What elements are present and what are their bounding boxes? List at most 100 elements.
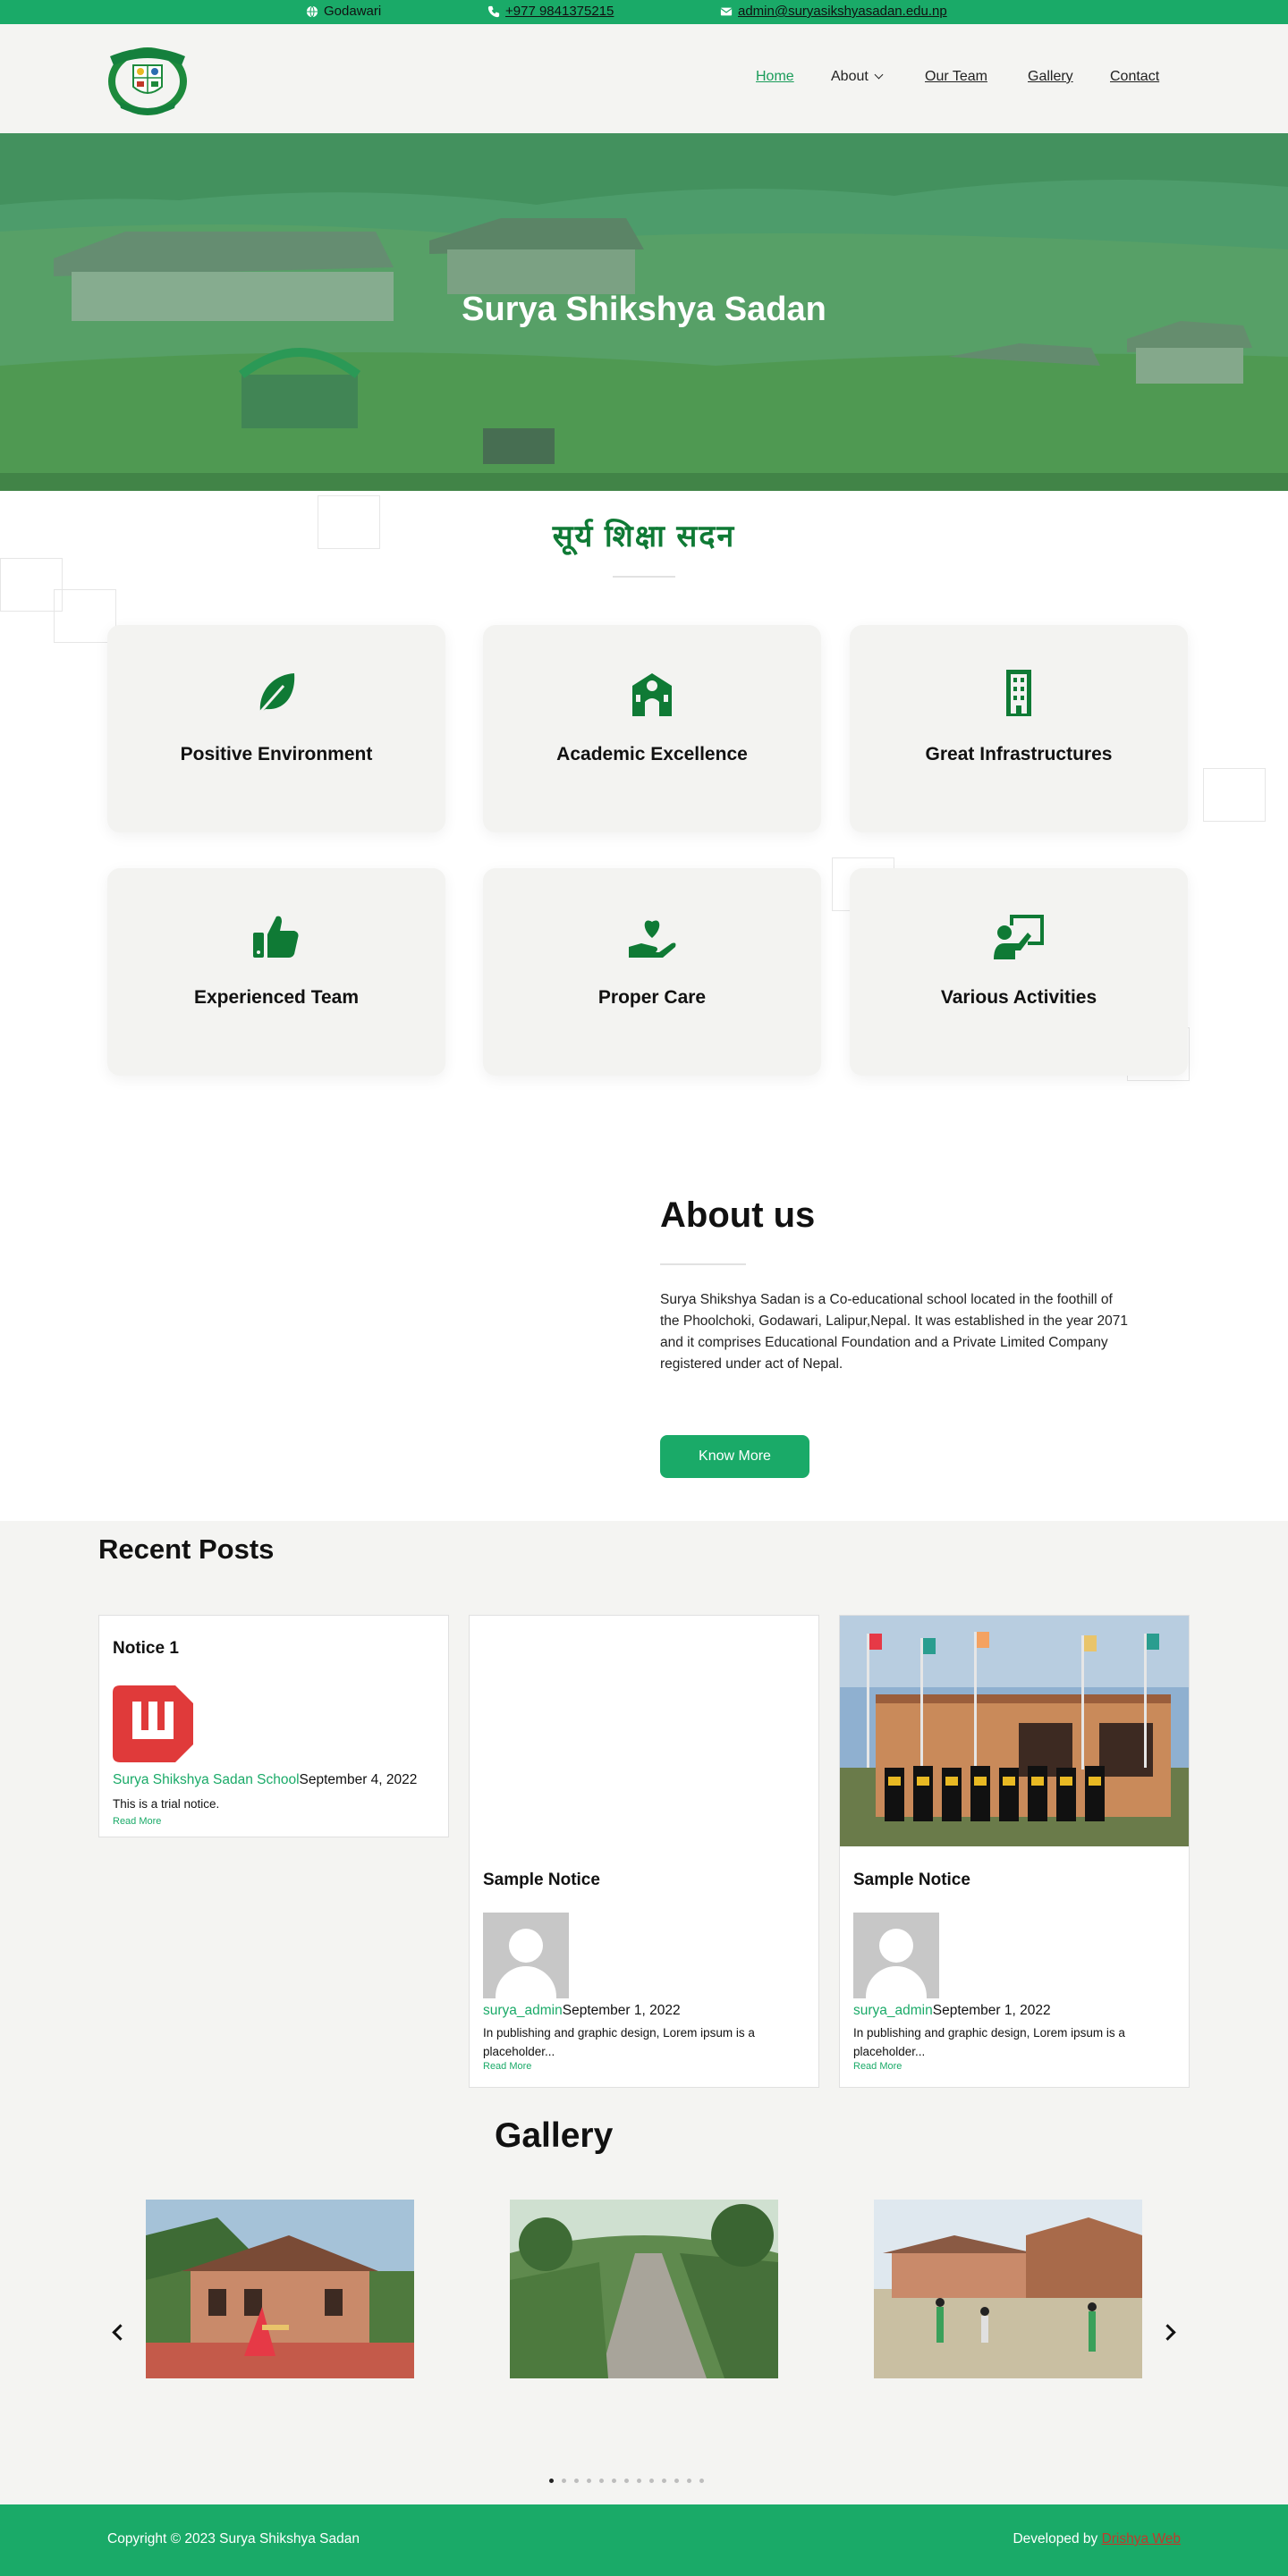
carousel-dot[interactable] [549,2479,554,2483]
nav-our-team[interactable]: Our Team [925,69,987,85]
feature-card: Various Activities [850,868,1188,1076]
feature-label: Positive Environment [180,744,373,764]
recent-posts-heading: Recent Posts [98,1533,275,1565]
feature-card: Positive Environment [107,625,445,832]
carousel-dot[interactable] [662,2479,666,2483]
phone-info[interactable]: +977 9841375215 [487,4,614,19]
carousel-dot[interactable] [599,2479,604,2483]
leaf-icon [255,673,295,717]
feature-label: Great Infrastructures [925,744,1113,764]
feature-card: Academic Excellence [483,625,821,832]
feature-label: Academic Excellence [556,744,748,764]
nav-gallery[interactable]: Gallery [1028,69,1073,85]
carousel-pagination[interactable] [549,2479,704,2483]
carousel-next-arrow[interactable] [1159,2322,1181,2344]
post-date: September 4, 2022 [299,1772,418,1787]
divider [660,1263,746,1265]
school-logo[interactable] [106,44,189,117]
developer-credit: Developed by Drishya Web [1013,2531,1181,2547]
phone-link[interactable]: +977 9841375215 [505,4,614,19]
post-meta: surya_adminSeptember 1, 2022 [483,2003,681,2019]
author-avatar [483,1913,569,1998]
gallery-image[interactable] [510,2200,778,2378]
site-header: Home About Our Team Gallery Contact [0,24,1288,133]
feature-label: Proper Care [597,987,707,1008]
post-excerpt: In publishing and graphic design, Lorem … [483,2026,755,2058]
post-title[interactable]: Notice 1 [113,1639,179,1659]
nav-home[interactable]: Home [756,69,794,85]
features-section: सूर्य शिक्षा सदन Positive Environment Ac… [0,491,1288,1117]
hand-holding-heart-icon [629,920,676,958]
hexagon-decoration [1203,768,1266,822]
email-link[interactable]: admin@suryasikshyasadan.edu.np [738,4,947,19]
post-featured-image [840,1616,1189,1846]
post-title[interactable]: Sample Notice [483,1871,600,1890]
carousel-dot[interactable] [574,2479,579,2483]
author-avatar [853,1913,939,1998]
teacher-board-icon [994,915,1044,959]
envelope-icon [720,7,733,15]
about-section: About us Surya Shikshya Sadan is a Co-ed… [0,1117,1288,1521]
divider [613,576,675,578]
post-author[interactable]: surya_admin [853,2003,933,2018]
carousel-dot[interactable] [562,2479,566,2483]
nav-about[interactable]: About [831,69,884,85]
carousel-dot[interactable] [637,2479,641,2483]
carousel-dot[interactable] [587,2479,591,2483]
post-meta: Surya Shikshya Sadan SchoolSeptember 4, … [113,1772,417,1788]
copyright-text: Copyright © 2023 Surya Shikshya Sadan [107,2531,360,2546]
section-title-nepali: सूर्य शिक्षा सदन [552,519,736,553]
recent-posts-section: Recent Posts Notice 1 Surya Shikshya Sad… [0,1521,1288,2102]
post-author[interactable]: Surya Shikshya Sadan School [113,1772,300,1787]
read-more-link[interactable]: Read More [853,2061,902,2072]
carousel-dot[interactable] [674,2479,679,2483]
hero-banner: Surya Shikshya Sadan [0,133,1288,491]
carousel-dot[interactable] [612,2479,616,2483]
read-more-link[interactable]: Read More [483,2061,531,2072]
carousel-dot[interactable] [699,2479,704,2483]
carousel-dot[interactable] [649,2479,654,2483]
post-excerpt: In publishing and graphic design, Lorem … [853,2026,1125,2058]
feature-label: Experienced Team [193,987,360,1008]
gallery-section: Gallery [0,2102,1288,2504]
building-icon [1006,670,1031,716]
post-thumbnail-logo [113,1685,193,1762]
gallery-image[interactable] [146,2200,414,2378]
site-footer: Copyright © 2023 Surya Shikshya Sadan De… [0,2504,1288,2576]
post-card[interactable]: Sample Notice surya_adminSeptember 1, 20… [839,1615,1190,2088]
school-icon [632,673,672,716]
location-info: Godawari [306,4,381,19]
post-author[interactable]: surya_admin [483,2003,563,2018]
read-more-link[interactable]: Read More [113,1816,161,1827]
nav-contact[interactable]: Contact [1110,69,1159,85]
post-title[interactable]: Sample Notice [853,1871,970,1890]
feature-label: Various Activities [940,987,1097,1008]
post-date: September 1, 2022 [562,2003,681,2018]
phone-icon [487,5,500,17]
about-heading: About us [660,1195,816,1235]
carousel-dot[interactable] [624,2479,629,2483]
post-meta: surya_adminSeptember 1, 2022 [853,2003,1051,2019]
post-card[interactable]: Notice 1 Surya Shikshya Sadan SchoolSept… [98,1615,449,1837]
post-excerpt: This is a trial notice. [113,1797,220,1811]
feature-card: Great Infrastructures [850,625,1188,832]
feature-card: Proper Care [483,868,821,1076]
post-card[interactable]: Sample Notice surya_adminSeptember 1, 20… [469,1615,819,2088]
know-more-button[interactable]: Know More [660,1435,809,1478]
gallery-image[interactable] [874,2200,1142,2378]
carousel-prev-arrow[interactable] [107,2322,129,2344]
thumbs-up-icon [253,916,299,958]
about-text: Surya Shikshya Sadan is a Co-educational… [660,1292,1129,1372]
location-text: Godawari [324,4,382,19]
globe-icon [306,5,318,17]
top-bar: Godawari +977 9841375215 admin@suryasiks… [0,0,1288,24]
nav-about-label: About [831,69,869,84]
hero-title: Surya Shikshya Sadan [462,291,826,328]
feature-card: Experienced Team [107,868,445,1076]
developer-link[interactable]: Drishya Web [1102,2531,1181,2546]
chevron-down-icon [874,70,884,80]
developed-by-label: Developed by [1013,2531,1098,2546]
post-date: September 1, 2022 [932,2003,1051,2018]
email-info[interactable]: admin@suryasikshyasadan.edu.np [720,4,947,19]
carousel-dot[interactable] [687,2479,691,2483]
